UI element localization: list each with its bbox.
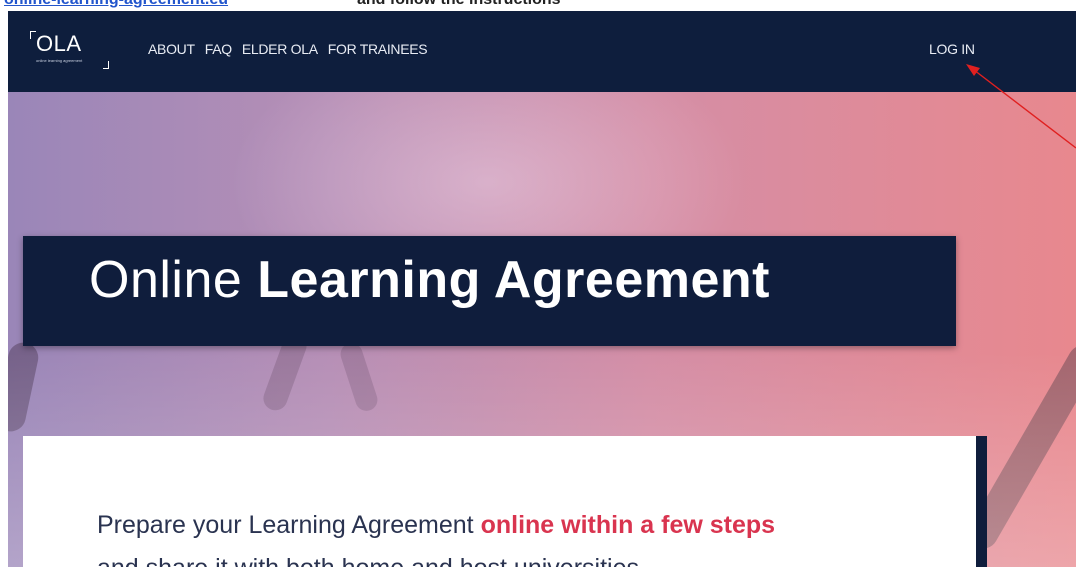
logo-bracket-icon [103,61,109,69]
document-top-strip: online-learning-agreement.eu and follow … [0,0,1076,11]
intro-card: Prepare your Learning Agreement online w… [23,436,976,567]
nav-link-for-trainees[interactable]: FOR TRAINEES [328,41,428,57]
nav-links: ABOUT FAQ ELDER OLA FOR TRAINEES [148,41,428,57]
logo-text: OLA [36,31,82,56]
card-edge [975,436,987,567]
page-title: Online Learning Agreement [89,250,770,310]
top-navbar: OLA online learning agreement ABOUT FAQ … [8,11,1076,92]
screenshot-page: online-learning-agreement.eu and follow … [0,0,1076,567]
ola-logo[interactable]: OLA online learning agreement [30,31,116,73]
title-banner: Online Learning Agreement [23,236,956,346]
nav-link-about[interactable]: ABOUT [148,41,195,57]
intro-line-2: and share it with both home and host uni… [97,554,639,567]
title-light: Online [89,251,243,309]
nav-link-elder-ola[interactable]: ELDER OLA [242,41,318,57]
document-link[interactable]: online-learning-agreement.eu [4,0,228,9]
nav-link-faq[interactable]: FAQ [205,41,232,57]
intro-accent: online within a few steps [480,511,776,539]
login-link[interactable]: LOG IN [929,41,975,57]
intro-line-1: Prepare your Learning Agreement online w… [97,511,775,540]
title-bold: Learning Agreement [257,251,770,309]
logo-subtext: online learning agreement [36,58,83,63]
document-text: and follow the instructions [357,0,561,9]
intro-prefix: Prepare your Learning Agreement [97,511,474,539]
